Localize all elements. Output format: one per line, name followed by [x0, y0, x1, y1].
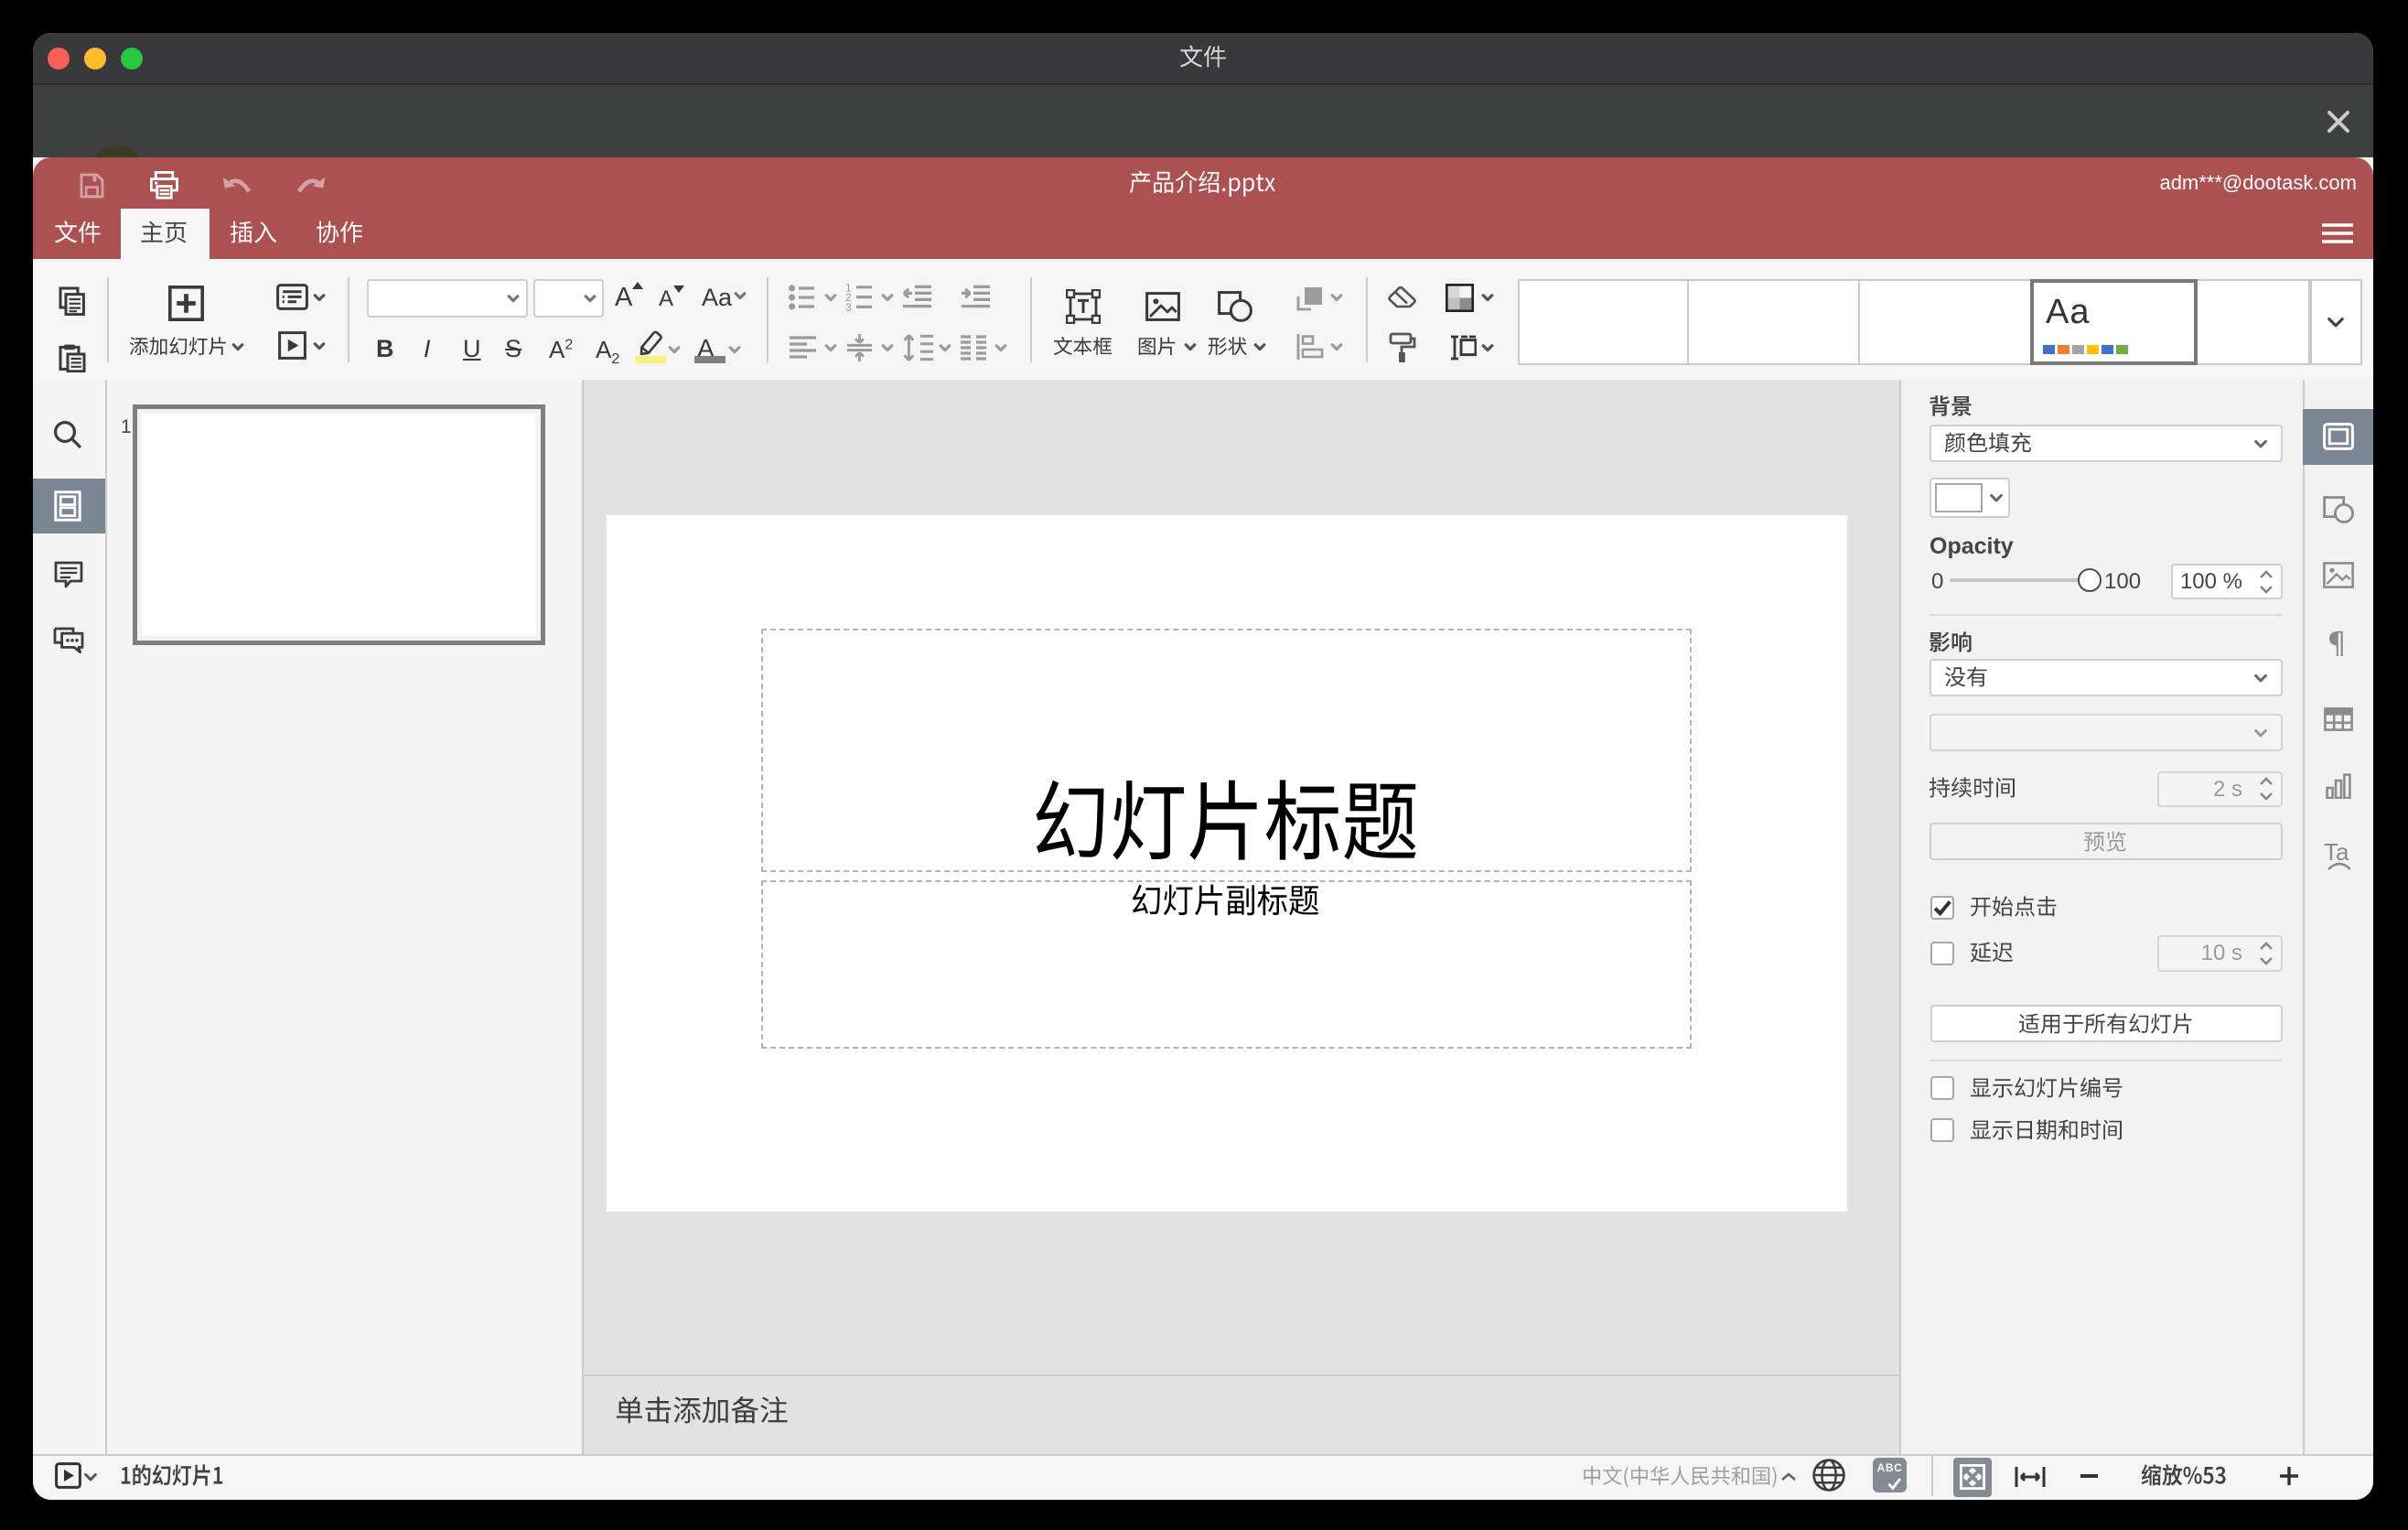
svg-text:3: 3 [845, 302, 852, 311]
